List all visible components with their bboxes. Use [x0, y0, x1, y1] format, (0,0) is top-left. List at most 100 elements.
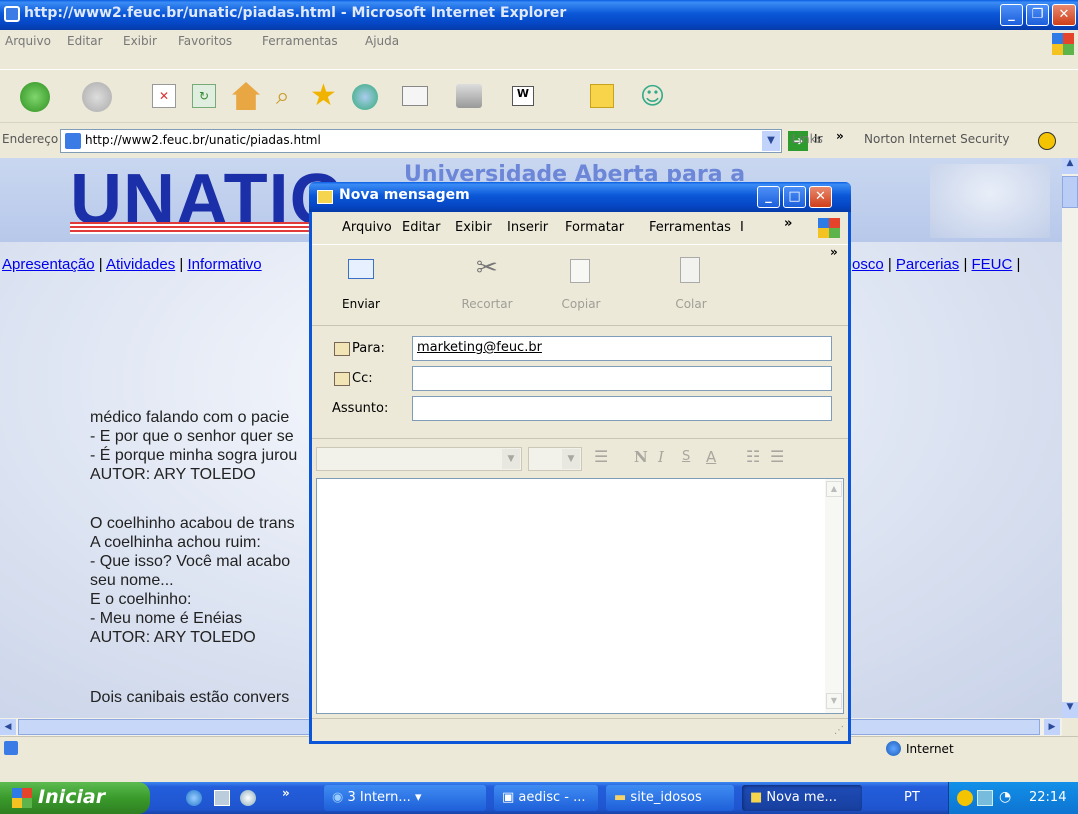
- language-indicator[interactable]: PT: [904, 790, 920, 805]
- body-scrollbar[interactable]: ▲ ▼: [825, 479, 843, 713]
- compose-maximize-button[interactable]: □: [783, 186, 806, 208]
- italic-button[interactable]: I: [658, 448, 664, 466]
- scroll-down-button[interactable]: ▼: [1062, 702, 1078, 718]
- nav-parcerias[interactable]: Parcerias: [896, 256, 959, 273]
- tray-norton-icon[interactable]: [957, 790, 973, 806]
- numbered-list-icon[interactable]: ☷: [746, 447, 760, 466]
- toolbar-chevron-icon[interactable]: »: [830, 245, 838, 259]
- bold-button[interactable]: N: [634, 448, 648, 466]
- scroll-up-button[interactable]: ▲: [1062, 158, 1078, 174]
- font-size-select[interactable]: ▼: [528, 447, 582, 471]
- restore-button[interactable]: ❐: [1026, 4, 1049, 26]
- notes-icon[interactable]: [590, 84, 614, 108]
- body-scroll-down-button[interactable]: ▼: [826, 693, 842, 709]
- search-icon[interactable]: ⌕: [276, 82, 302, 110]
- menu-exibir[interactable]: Exibir: [123, 34, 157, 48]
- menu-arquivo[interactable]: Arquivo: [5, 34, 51, 48]
- cc-label: Cc:: [352, 371, 373, 386]
- compose-close-button[interactable]: ✕: [809, 186, 832, 208]
- links-label[interactable]: Links: [792, 132, 823, 146]
- norton-label[interactable]: Norton Internet Security: [864, 132, 1009, 146]
- nav-informativo[interactable]: Informativo: [187, 256, 261, 273]
- print-icon[interactable]: [456, 84, 482, 108]
- message-body[interactable]: ▲ ▼: [316, 478, 844, 714]
- compose-menu-inserir[interactable]: Inserir: [507, 220, 548, 235]
- tray-volume-icon[interactable]: ◔: [999, 789, 1011, 805]
- mail-icon[interactable]: [402, 86, 428, 106]
- edit-word-icon[interactable]: W: [512, 86, 534, 106]
- favorites-icon[interactable]: ★: [310, 78, 337, 113]
- joke-line: seu nome...: [90, 572, 174, 589]
- start-button[interactable]: Iniciar: [0, 782, 150, 814]
- refresh-icon[interactable]: ↻: [192, 84, 216, 108]
- to-address-book-icon[interactable]: [334, 342, 350, 356]
- compose-menu-exibir[interactable]: Exibir: [455, 220, 492, 235]
- menu-ferramentas[interactable]: Ferramentas: [262, 34, 338, 48]
- christ-statue: [930, 164, 1050, 238]
- page-vertical-scrollbar[interactable]: ▲ ▼: [1062, 158, 1078, 718]
- compose-menu-bar: Arquivo Editar Exibir Inserir Formatar F…: [312, 216, 848, 240]
- compose-menu-ferramentas[interactable]: Ferramentas: [649, 220, 731, 235]
- scroll-right-button[interactable]: ▶: [1044, 719, 1060, 735]
- nav-apresentacao[interactable]: Apresentação: [2, 256, 95, 273]
- taskbar-compose[interactable]: ■ Nova me...: [742, 785, 862, 811]
- nav-feuc[interactable]: FEUC: [972, 256, 1013, 273]
- compose-menu-arquivo[interactable]: Arquivo: [342, 220, 392, 235]
- paragraph-style-icon[interactable]: ☰: [594, 447, 608, 466]
- cut-button[interactable]: ✂ Recortar: [452, 251, 522, 321]
- menu-favoritos[interactable]: Favoritos: [178, 34, 232, 48]
- taskbar-word[interactable]: ▣ aedisc - ...: [494, 785, 598, 811]
- menu-editar[interactable]: Editar: [67, 34, 103, 48]
- send-button[interactable]: Enviar: [326, 251, 396, 321]
- compose-menu-editar[interactable]: Editar: [402, 220, 441, 235]
- scroll-left-button[interactable]: ◀: [0, 719, 16, 735]
- joke-line: - Que isso? Você mal acabo: [90, 553, 291, 570]
- compose-title-bar[interactable]: Nova mensagem _ □ ✕: [309, 182, 851, 212]
- bullet-list-icon[interactable]: ☰: [770, 447, 784, 466]
- menu-ajuda[interactable]: Ajuda: [365, 34, 399, 48]
- back-icon[interactable]: [20, 82, 50, 112]
- nav-osco[interactable]: osco: [852, 256, 884, 273]
- quicklaunch-desktop-icon[interactable]: [214, 790, 230, 806]
- quicklaunch-chevron-icon[interactable]: »: [282, 786, 290, 800]
- compose-menu-chevron-icon[interactable]: »: [784, 216, 792, 231]
- taskbar-folder[interactable]: ▬ site_idosos: [606, 785, 734, 811]
- font-color-button[interactable]: A: [706, 448, 716, 466]
- scroll-thumb[interactable]: [1062, 176, 1078, 208]
- tray-network-icon[interactable]: [977, 790, 993, 806]
- taskbar-ie-group[interactable]: ◉ 3 Intern... ▾: [324, 785, 486, 811]
- home-icon[interactable]: [232, 82, 260, 110]
- stop-icon[interactable]: ✕: [152, 84, 176, 108]
- folder-label: site_idosos: [630, 790, 702, 805]
- to-field[interactable]: marketing@feuc.br: [412, 336, 832, 361]
- cc-field[interactable]: [412, 366, 832, 391]
- font-name-select[interactable]: ▼: [316, 447, 522, 471]
- compose-menu-formatar[interactable]: Formatar: [565, 220, 624, 235]
- address-value: http://www2.feuc.br/unatic/piadas.html: [85, 133, 321, 147]
- compose-menu-overflow[interactable]: I: [740, 220, 744, 235]
- underline-button[interactable]: S: [682, 449, 690, 464]
- forward-icon[interactable]: [82, 82, 112, 112]
- resize-grip-icon[interactable]: ⋰: [834, 725, 844, 736]
- joke-line: Dois canibais estão convers: [90, 689, 290, 706]
- joke-3: Dois canibais estão convers: [90, 688, 289, 707]
- compose-minimize-button[interactable]: _: [757, 186, 780, 208]
- ie-title-bar[interactable]: http://www2.feuc.br/unatic/piadas.html -…: [0, 0, 1078, 30]
- close-button[interactable]: ✕: [1052, 4, 1076, 26]
- paste-button[interactable]: Colar: [656, 251, 726, 321]
- nav-atividades[interactable]: Atividades: [106, 256, 175, 273]
- subject-field[interactable]: [412, 396, 832, 421]
- history-icon[interactable]: [352, 84, 378, 110]
- quicklaunch-media-icon[interactable]: [240, 790, 256, 806]
- messenger-icon[interactable]: ☺: [640, 82, 670, 110]
- body-scroll-up-button[interactable]: ▲: [826, 481, 842, 497]
- quicklaunch-ie-icon[interactable]: [186, 790, 202, 806]
- address-input[interactable]: http://www2.feuc.br/unatic/piadas.html ▼: [60, 129, 782, 153]
- address-dropdown-button[interactable]: ▼: [762, 131, 780, 151]
- start-windows-logo-icon: [12, 788, 32, 808]
- minimize-button[interactable]: _: [1000, 4, 1023, 26]
- cc-address-book-icon[interactable]: [334, 372, 350, 386]
- copy-button[interactable]: Copiar: [546, 251, 616, 321]
- links-chevron-icon[interactable]: »: [836, 129, 844, 143]
- norton-icon[interactable]: [1038, 132, 1056, 150]
